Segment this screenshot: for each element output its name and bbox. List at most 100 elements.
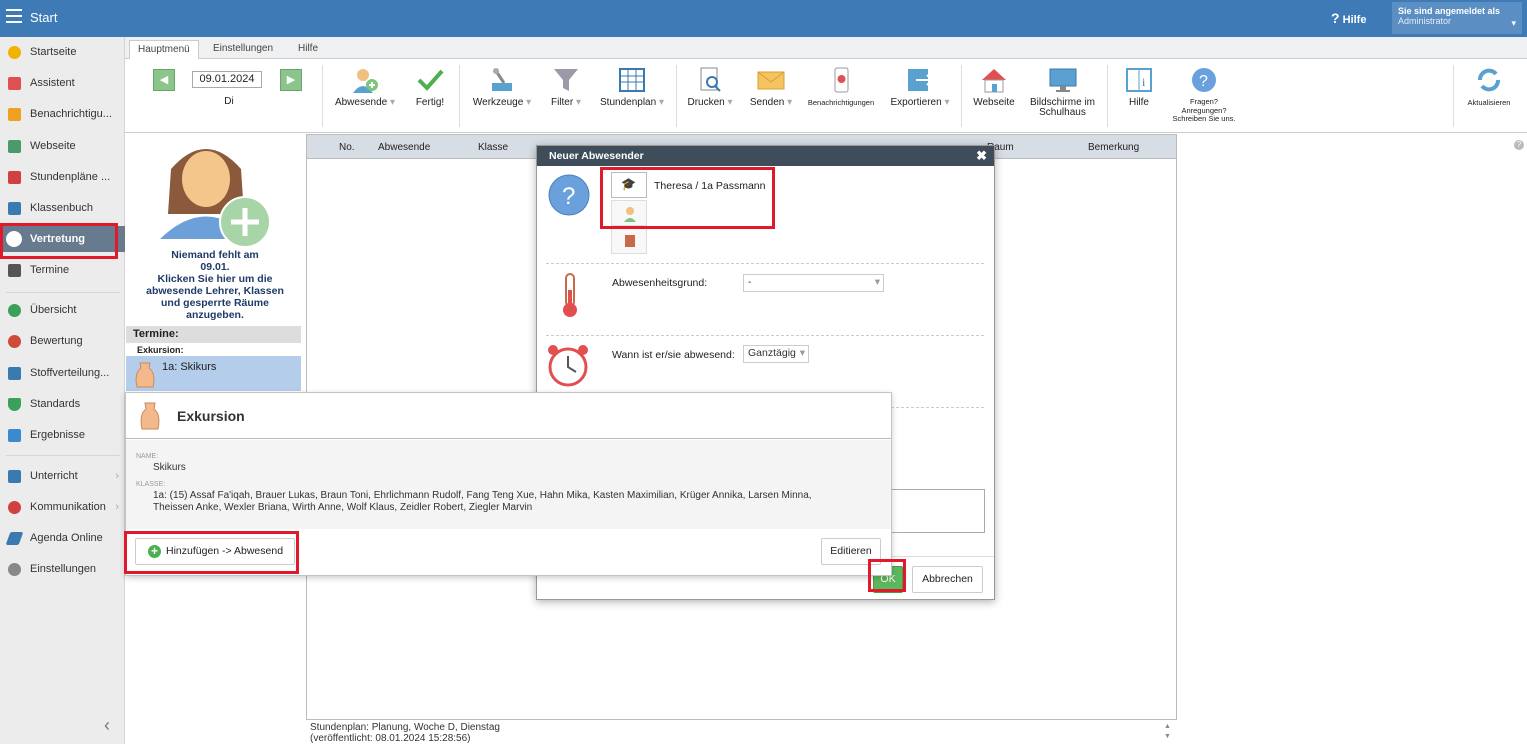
sidebar-item-agenda-online[interactable]: Agenda Online [0, 525, 125, 551]
help-button[interactable]: i Hilfe [1117, 67, 1161, 108]
notifications-button[interactable]: Benachrichtigungen [803, 67, 879, 108]
filter-button[interactable]: Filter ▾ [543, 67, 589, 108]
gear-icon [8, 563, 21, 576]
cancel-button[interactable]: Abbrechen [912, 566, 983, 593]
dropdown-icon: ▾ [526, 97, 532, 108]
next-day-button[interactable]: ▶ [280, 69, 302, 91]
absent-button[interactable]: Abwesende ▾ [330, 67, 400, 108]
tools-label: Werkzeuge [472, 97, 524, 108]
sidebar-item-label: Übersicht [30, 304, 77, 316]
column-header[interactable]: Abwesende [378, 142, 430, 153]
screens-label-line2: Schulhaus [1039, 107, 1086, 118]
sidebar-item-assistent[interactable]: Assistent [0, 70, 125, 96]
done-button[interactable]: Fertig! [410, 67, 450, 108]
name-value: Skikurs [153, 462, 186, 473]
refresh-button[interactable]: Aktualisieren [1459, 67, 1519, 108]
tab-einstellungen[interactable]: Einstellungen [205, 40, 281, 59]
user-menu[interactable]: Sie sind angemeldet als Administrator ▾ [1392, 2, 1522, 34]
sidebar-item-label: Einstellungen [30, 563, 97, 575]
scroll-arrows-icon[interactable]: ▲ ▼ [1164, 722, 1171, 742]
sidebar-item-standards[interactable]: Standards [0, 391, 125, 417]
sidebar-item-termine[interactable]: Termine [0, 257, 125, 283]
hint-line: 09.01. [200, 261, 230, 273]
bar-chart-icon [8, 429, 21, 442]
type-room-button[interactable] [611, 228, 647, 254]
tab-hilfe[interactable]: Hilfe [290, 40, 326, 59]
divider [546, 263, 984, 264]
sidebar-item-einstellungen[interactable]: Einstellungen [0, 556, 125, 582]
sidebar-item-label: Unterricht [30, 470, 78, 482]
send-button[interactable]: Senden ▾ [743, 67, 799, 108]
classroom-icon [8, 470, 21, 483]
divider [322, 65, 323, 127]
feedback-button[interactable]: ? Fragen? Anregungen? Schreiben Sie uns. [1165, 67, 1243, 124]
sidebar-item-ergebnisse[interactable]: Ergebnisse [0, 422, 125, 448]
name-caption: NAME: [136, 453, 159, 460]
exkursion-list-item[interactable]: 1a: Skikurs [126, 356, 301, 391]
refresh-icon [1475, 67, 1503, 93]
sidebar-item-stoffverteilung[interactable]: Stoffverteilung... [0, 360, 125, 386]
collapse-sidebar-icon[interactable]: ‹ [104, 715, 110, 736]
highlight-person [600, 167, 775, 229]
sidebar-divider [6, 455, 120, 456]
sidebar-item-label: Stundenpläne ... [30, 171, 111, 183]
check-circle-icon [8, 304, 21, 317]
funnel-icon [552, 67, 580, 93]
question-icon: ? [1190, 67, 1218, 93]
sidebar-item-benachrichtigungen[interactable]: Benachrichtigu... [0, 101, 125, 127]
export-button[interactable]: Exportieren ▾ [884, 67, 956, 108]
sidebar-item-webseite[interactable]: Webseite [0, 133, 125, 159]
ribbon-tabs: Hauptmenü Einstellungen Hilfe [125, 37, 1527, 59]
popup-body: NAME: Skikurs KLASSE: 1a: (15) Assaf Fa'… [126, 440, 891, 529]
column-header[interactable]: Bemerkung [1088, 142, 1139, 153]
sidebar-item-startseite[interactable]: Startseite [0, 39, 125, 65]
date-field[interactable]: 09.01.2024 [192, 71, 262, 88]
envelope-icon [8, 108, 21, 121]
hint-line: abwesende Lehrer, Klassen [146, 285, 284, 297]
status-line: Stundenplan: Planung, Woche D, Dienstag [310, 722, 500, 733]
sidebar-item-label: Klassenbuch [30, 202, 93, 214]
day-label: Di [224, 96, 234, 107]
column-header[interactable]: Klasse [478, 142, 508, 153]
checkmark-icon [416, 67, 444, 93]
sidebar-item-stundenplaene[interactable]: Stundenpläne ... [0, 164, 125, 190]
sidebar-item-uebersicht[interactable]: Übersicht [0, 297, 125, 323]
filter-label: Filter [550, 97, 574, 108]
column-header[interactable]: No. [339, 142, 355, 153]
settings-icon[interactable]: ? [1514, 140, 1524, 150]
website-button[interactable]: Webseite [967, 67, 1021, 108]
dialog-title: Neuer Abwesender [549, 150, 644, 162]
export-icon [906, 67, 934, 93]
sidebar-item-label: Bewertung [30, 335, 83, 347]
feedback-line3: Schreiben Sie uns. [1172, 114, 1236, 123]
absent-label: Abwesende [334, 97, 388, 108]
sidebar-item-unterricht[interactable]: Unterricht › [0, 463, 125, 489]
sidebar-item-label: Standards [30, 398, 81, 410]
close-icon[interactable]: ✖ [976, 148, 987, 164]
vase-icon [140, 402, 160, 430]
hamburger-menu-icon[interactable] [6, 9, 22, 23]
absence-hint[interactable]: Niemand fehlt am 09.01. Klicken Sie hier… [130, 249, 300, 321]
timetable-button[interactable]: Stundenplan ▾ [594, 67, 670, 108]
sidebar-item-kommunikation[interactable]: Kommunikation › [0, 494, 125, 520]
remark-textarea[interactable] [889, 489, 985, 533]
when-select[interactable]: Ganztägig [743, 345, 809, 363]
help-link[interactable]: ? Hilfe [1331, 10, 1366, 26]
school-screens-button[interactable]: Bildschirme im Schulhaus [1025, 67, 1100, 118]
calendar-icon [8, 264, 21, 277]
prev-day-button[interactable]: ◀ [153, 69, 175, 91]
tools-button[interactable]: Werkzeuge ▾ [468, 67, 536, 108]
reason-select[interactable]: - [743, 274, 884, 292]
divider [1107, 65, 1108, 127]
sidebar-item-label: Startseite [30, 46, 77, 58]
timetable-status: Stundenplan: Planung, Woche D, Dienstag … [310, 722, 500, 744]
sidebar: Startseite Assistent Benachrichtigu... W… [0, 37, 125, 744]
dropdown-icon: ▾ [944, 97, 950, 108]
tab-hauptmenue[interactable]: Hauptmenü [129, 40, 199, 59]
sidebar-item-bewertung[interactable]: Bewertung [0, 328, 125, 354]
sidebar-item-label: Agenda Online [30, 532, 103, 544]
sidebar-item-label: Kommunikation [30, 501, 106, 513]
sidebar-item-klassenbuch[interactable]: Klassenbuch [0, 195, 125, 221]
exkursion-label: Exkursion: [137, 345, 184, 355]
print-button[interactable]: Drucken ▾ [683, 67, 737, 108]
